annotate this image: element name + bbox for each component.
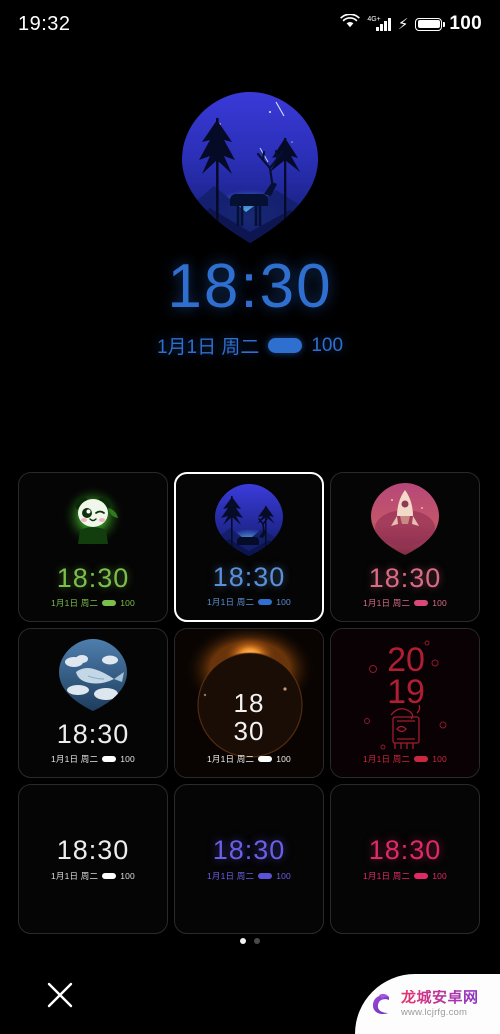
tile-clock: 18:30 (56, 719, 130, 749)
tile-battery-icon (414, 600, 429, 606)
tile-battery-icon (258, 756, 273, 762)
tile-battery-icon (258, 872, 273, 879)
tile-battery-label: 100 (276, 754, 291, 764)
wallpaper-tile-plain-purple[interactable]: 18:30 1月1日 周二 100 (174, 784, 324, 934)
preview-battery-label: 100 (311, 334, 344, 356)
tile-date-label: 1月1日 周二 (50, 870, 99, 881)
watermark-title: 龙城安卓网 (401, 989, 479, 1007)
tile-clock-minutes: 30 (233, 715, 265, 746)
wallpaper-tile-panda[interactable]: 18:30 1月1日 周二 100 (18, 472, 168, 622)
tile-date-label: 1月1日 周二 (206, 870, 255, 881)
page-indicator[interactable] (0, 938, 500, 944)
tile-date-label: 1月1日 周二 (362, 870, 411, 881)
wallpaper-tile-deer[interactable]: 18:30 1月1日 周二 100 (174, 472, 324, 622)
tile-date-row: 1月1日 周二 100 (207, 596, 291, 608)
charging-bolt-icon: ⚡ (397, 15, 409, 33)
wallpaper-tile-new-year[interactable]: 20 19 1月1日 周二 100 (330, 628, 480, 778)
battery-percent-label: 100 (449, 13, 482, 34)
tile-battery-icon (102, 600, 117, 606)
dragon-c-logo-icon (367, 989, 397, 1019)
tile-date-label: 1月1日 周二 (50, 598, 99, 608)
page-dot-1[interactable] (240, 938, 246, 944)
tile-clock: 18:30 (368, 834, 442, 865)
wifi-icon (340, 13, 360, 34)
tile-battery-label: 100 (432, 598, 447, 608)
wallpaper-tile-whale[interactable]: 18:30 1月1日 周二 100 (18, 628, 168, 778)
tile-date-row: 1月1日 周二 100 (363, 870, 447, 882)
tile-battery-label: 100 (276, 870, 291, 881)
tile-battery-icon (258, 599, 273, 605)
wallpaper-tile-plain-white[interactable]: 18:30 1月1日 周二 100 (18, 784, 168, 934)
panda-green-icon (19, 473, 167, 565)
watermark-text: 龙城安卓网 www.lcjrfg.com (401, 990, 479, 1018)
deer-forest-night-icon (180, 90, 320, 250)
tile-battery-icon (414, 872, 429, 879)
tile-date-row: 1月1日 周二 100 (363, 753, 447, 765)
tile-date-label: 1月1日 周二 (206, 597, 255, 607)
wallpaper-grid[interactable]: 18:30 1月1日 周二 100 18:30 1月1日 周二 100 18:3… (18, 472, 482, 934)
tile-clock: 18:30 (212, 562, 286, 592)
tile-date-label: 1月1日 周二 (206, 754, 255, 764)
deer-forest-night-icon (176, 474, 322, 566)
rocket-pink-icon (331, 473, 479, 565)
tile-date-row: 1月1日 周二 100 (363, 597, 447, 609)
status-bar-indicators: 4G+ ⚡ 100 (340, 13, 482, 35)
tile-date-label: 1月1日 周二 (362, 598, 411, 608)
tile-date-row: 1月1日 周二 100 (51, 597, 135, 609)
tile-battery-label: 100 (120, 754, 135, 764)
tile-battery-label: 100 (120, 598, 135, 608)
preview-date-label: 1月1日 周二 (156, 337, 260, 358)
tile-date-row: 1月1日 周二 100 (51, 753, 135, 765)
preview-clock: 18:30 (167, 252, 333, 321)
tile-battery-icon (414, 756, 429, 762)
preview-date-row: 1月1日 周二 100 (157, 332, 343, 359)
tile-clock: 18 30 (234, 689, 265, 745)
tile-battery-label: 100 (120, 870, 135, 881)
tile-battery-label: 100 (432, 870, 447, 881)
tile-date-row: 1月1日 周二 100 (207, 870, 291, 882)
tile-clock: 18:30 (56, 834, 130, 865)
network-type-label: 4G+ (367, 15, 381, 23)
lockscreen-preview: 18:30 1月1日 周二 100 (0, 48, 500, 458)
signal-bars-icon: 4G+ (367, 15, 391, 31)
close-icon (47, 982, 73, 1008)
wallpaper-tile-plain-pink[interactable]: 18:30 1月1日 周二 100 (330, 784, 480, 934)
tile-battery-label: 100 (276, 597, 291, 607)
battery-icon (415, 17, 445, 31)
close-button[interactable] (40, 975, 80, 1015)
wallpaper-tile-eclipse[interactable]: 18 30 1月1日 周二 100 (174, 628, 324, 778)
tile-clock: 18:30 (212, 834, 286, 865)
tile-date-row: 1月1日 周二 100 (51, 870, 135, 882)
tile-battery-label: 100 (432, 754, 447, 764)
tile-clock-hours: 18 (233, 687, 265, 718)
watermark-url: www.lcjrfg.com (401, 1006, 468, 1018)
tile-clock: 18:30 (56, 563, 130, 593)
tile-date-row: 1月1日 周二 100 (207, 753, 291, 765)
preview-battery-icon (268, 338, 303, 353)
tile-clock: 18:30 (368, 563, 442, 593)
whale-clouds-icon (19, 629, 167, 721)
status-bar: 19:32 4G+ ⚡ 100 (0, 0, 500, 48)
tile-battery-icon (102, 756, 117, 762)
status-bar-clock: 19:32 (18, 12, 71, 35)
tile-battery-icon (102, 872, 117, 879)
wallpaper-tile-rocket[interactable]: 18:30 1月1日 周二 100 (330, 472, 480, 622)
tile-date-label: 1月1日 周二 (362, 754, 411, 764)
page-dot-2[interactable] (254, 938, 260, 944)
tile-date-label: 1月1日 周二 (50, 754, 99, 764)
